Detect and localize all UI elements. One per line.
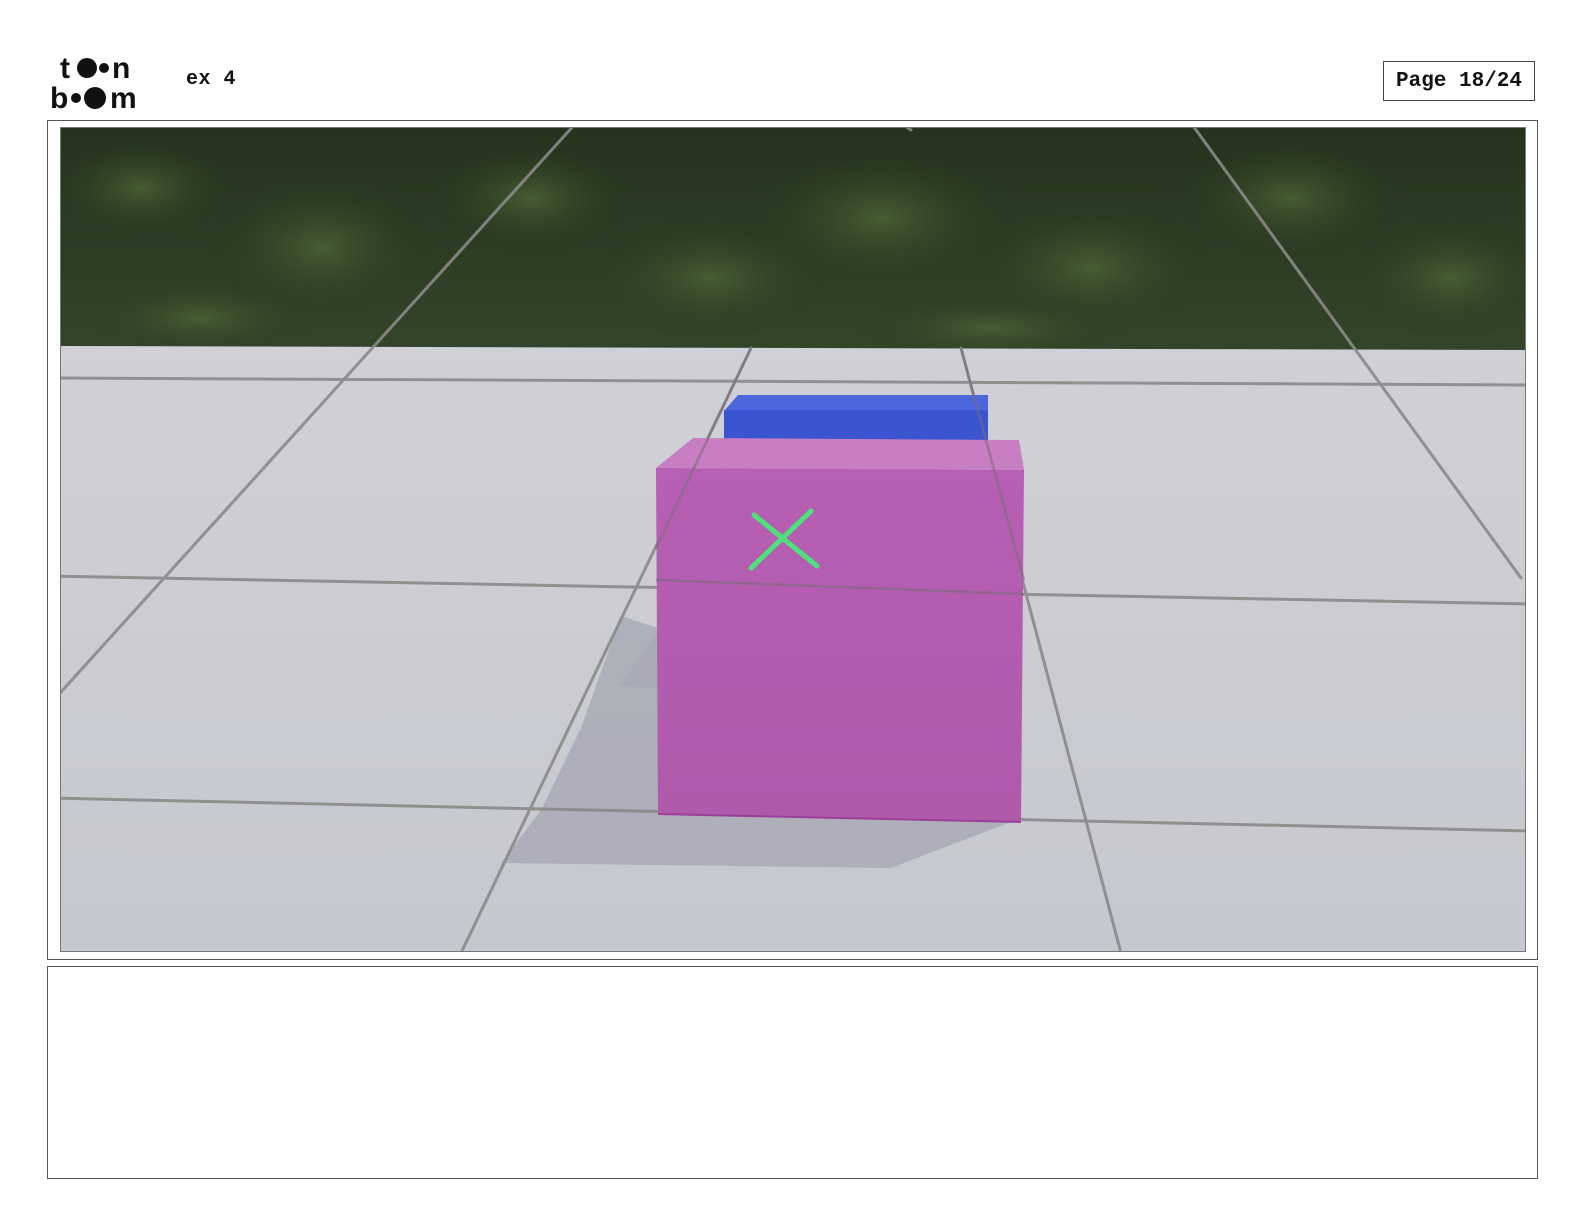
svg-text:b: b xyxy=(50,82,68,112)
svg-text:n: n xyxy=(112,52,130,85)
blue-box xyxy=(724,395,988,440)
svg-text:t: t xyxy=(60,52,70,85)
magenta-cube xyxy=(656,438,1024,823)
scene-drawing xyxy=(61,128,1525,951)
page-indicator: Page 18/24 xyxy=(1383,61,1535,101)
caption-box[interactable] xyxy=(47,966,1538,1179)
toon-boom-logo: t n b m xyxy=(50,50,168,115)
project-title: ex 4 xyxy=(186,68,237,91)
page-label: Page 18/24 xyxy=(1395,69,1523,93)
svg-text:m: m xyxy=(110,82,137,112)
storyboard-panel-image[interactable] xyxy=(60,127,1526,952)
